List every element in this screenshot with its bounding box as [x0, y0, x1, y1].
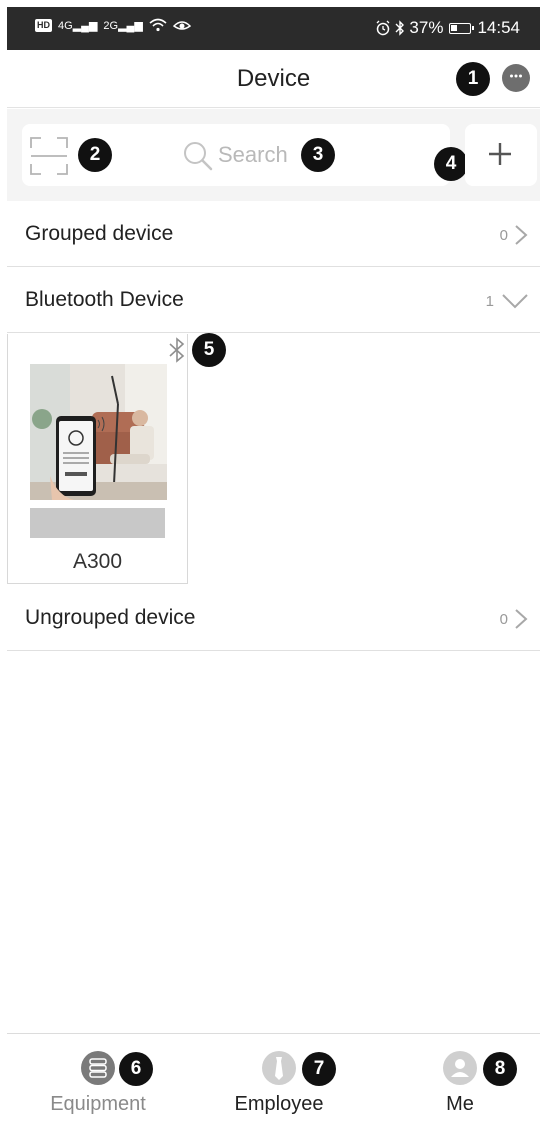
group-row-ungrouped[interactable]: Ungrouped device 0	[7, 585, 540, 651]
signal-4g-icon: 4G▂▄▆	[58, 19, 98, 32]
status-time: 14:54	[477, 18, 520, 37]
group-count: 0	[499, 611, 508, 628]
status-bar: HD 4G▂▄▆ 2G▂▄▆ 37% 14:54	[7, 7, 540, 50]
nav-label: Equipment	[50, 1093, 146, 1115]
nav-item-me[interactable]: 8 Me	[385, 1034, 535, 1122]
device-photo	[30, 364, 167, 500]
search-bar[interactable]: 2 3	[22, 124, 450, 186]
group-label: Grouped device	[25, 222, 174, 245]
device-status-bar	[30, 508, 165, 538]
battery-percent: 37%	[409, 18, 444, 37]
scan-icon[interactable]	[29, 136, 69, 176]
annotation-badge-4: 4	[434, 147, 468, 181]
group-count: 0	[499, 227, 508, 244]
chevron-right-icon	[515, 225, 528, 245]
eye-icon	[172, 21, 191, 30]
annotation-badge-2: 2	[78, 138, 112, 172]
group-row-bluetooth[interactable]: Bluetooth Device 1	[7, 267, 540, 333]
search-icon	[184, 142, 213, 171]
device-card[interactable]: A300	[7, 334, 188, 584]
user-icon	[443, 1051, 477, 1085]
add-device-button[interactable]	[465, 124, 537, 186]
status-right: 37% 14:54	[375, 18, 520, 38]
wifi-icon	[149, 18, 167, 32]
chevron-down-icon	[502, 294, 528, 309]
status-left: HD 4G▂▄▆ 2G▂▄▆	[35, 18, 191, 32]
nav-item-employee[interactable]: 7 Employee	[204, 1034, 354, 1122]
annotation-badge-5: 5	[192, 333, 226, 367]
equipment-icon	[81, 1051, 115, 1085]
app-header: Device 1	[7, 50, 540, 108]
plus-icon	[489, 143, 511, 165]
app-screen: HD 4G▂▄▆ 2G▂▄▆ 37% 14:54 Device 1 2 Sear…	[7, 7, 540, 1122]
group-count: 1	[485, 293, 494, 310]
nav-label: Me	[446, 1093, 474, 1115]
annotation-badge-7: 7	[302, 1052, 336, 1086]
annotation-badge-6: 6	[119, 1052, 153, 1086]
message-icon[interactable]	[501, 63, 531, 93]
alarm-icon	[376, 20, 390, 36]
bluetooth-status-icon	[395, 20, 405, 36]
hd-indicator: HD	[35, 18, 52, 32]
group-label: Bluetooth Device	[25, 288, 184, 311]
annotation-badge-3: 3	[301, 138, 335, 172]
group-label: Ungrouped device	[25, 606, 196, 629]
nav-item-equipment[interactable]: 6 Equipment	[23, 1034, 173, 1122]
employee-icon	[262, 1051, 296, 1085]
annotation-badge-1: 1	[456, 62, 490, 96]
battery-icon	[449, 22, 475, 34]
annotation-badge-8: 8	[483, 1052, 517, 1086]
group-row-grouped[interactable]: Grouped device 0	[7, 201, 540, 267]
signal-2g-icon: 2G▂▄▆	[103, 19, 143, 32]
chevron-right-icon	[515, 609, 528, 629]
nav-label: Employee	[234, 1093, 324, 1115]
bottom-nav: 6 Equipment 7 Employee 8 Me	[7, 1033, 540, 1122]
search-area: 2 3 4	[7, 109, 540, 201]
device-name: A300	[72, 550, 123, 573]
bluetooth-icon	[169, 337, 185, 363]
